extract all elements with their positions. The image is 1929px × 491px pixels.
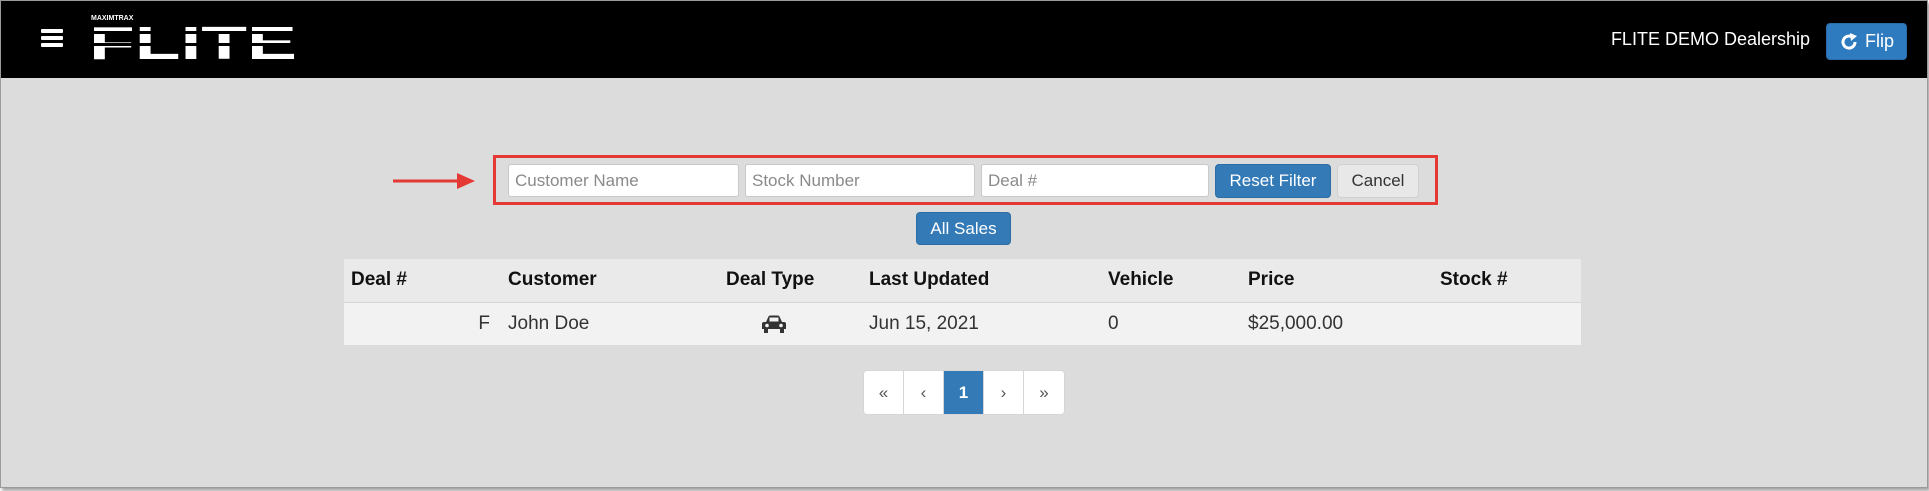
hamburger-menu-icon[interactable]	[41, 29, 63, 47]
cell-price: $25,000.00	[1248, 312, 1344, 334]
car-icon	[762, 315, 786, 333]
reset-filter-button[interactable]: Reset Filter	[1215, 164, 1331, 198]
page-prev-button[interactable]: ‹	[904, 371, 944, 414]
table-header-row: Deal # Customer Deal Type Last Updated V…	[344, 259, 1581, 303]
stock-number-input[interactable]	[745, 164, 975, 197]
header-stock-number[interactable]: Stock #	[1440, 259, 1581, 303]
customer-name-input[interactable]	[508, 164, 739, 197]
cell-stock-number	[1440, 302, 1581, 345]
top-navbar: MAXIMTRAX FLITE FLITE DEMO Dealership Fl…	[1, 1, 1927, 78]
page-current-button[interactable]: 1	[944, 371, 984, 414]
table-row[interactable]: F John Doe Jun 15, 2021 0 $25,000.00	[344, 302, 1581, 345]
refresh-icon	[1841, 32, 1857, 50]
header-customer[interactable]: Customer	[508, 259, 726, 303]
header-last-updated[interactable]: Last Updated	[869, 259, 1108, 303]
all-sales-button[interactable]: All Sales	[916, 212, 1011, 245]
cell-vehicle: 0	[1108, 312, 1119, 334]
page-next-button[interactable]: ›	[984, 371, 1024, 414]
cell-deal-number: F	[478, 312, 490, 334]
cell-last-updated: Jun 15, 2021	[869, 312, 979, 334]
flite-logo: MAXIMTRAX FLITE	[89, 15, 301, 61]
sales-table: Deal # Customer Deal Type Last Updated V…	[344, 259, 1581, 345]
logo-text: FLITE	[89, 17, 297, 61]
cancel-button[interactable]: Cancel	[1337, 164, 1419, 198]
app-window: MAXIMTRAX FLITE FLITE DEMO Dealership Fl…	[0, 0, 1928, 488]
deal-number-input[interactable]	[981, 164, 1209, 197]
header-deal-number[interactable]: Deal #	[344, 259, 508, 303]
dealership-name: FLITE DEMO Dealership	[1610, 29, 1810, 49]
page-last-button[interactable]: »	[1024, 371, 1064, 414]
flip-button[interactable]: Flip	[1825, 23, 1907, 60]
flip-label: Flip	[1864, 31, 1894, 51]
annotation-arrow	[393, 173, 475, 189]
page-first-button[interactable]: «	[864, 371, 904, 414]
header-price[interactable]: Price	[1248, 259, 1440, 303]
header-vehicle[interactable]: Vehicle	[1108, 259, 1248, 303]
cell-customer: John Doe	[508, 312, 590, 334]
pagination: « ‹ 1 › »	[863, 370, 1065, 415]
header-deal-type[interactable]: Deal Type	[726, 259, 869, 303]
cell-deal-type	[726, 302, 869, 345]
